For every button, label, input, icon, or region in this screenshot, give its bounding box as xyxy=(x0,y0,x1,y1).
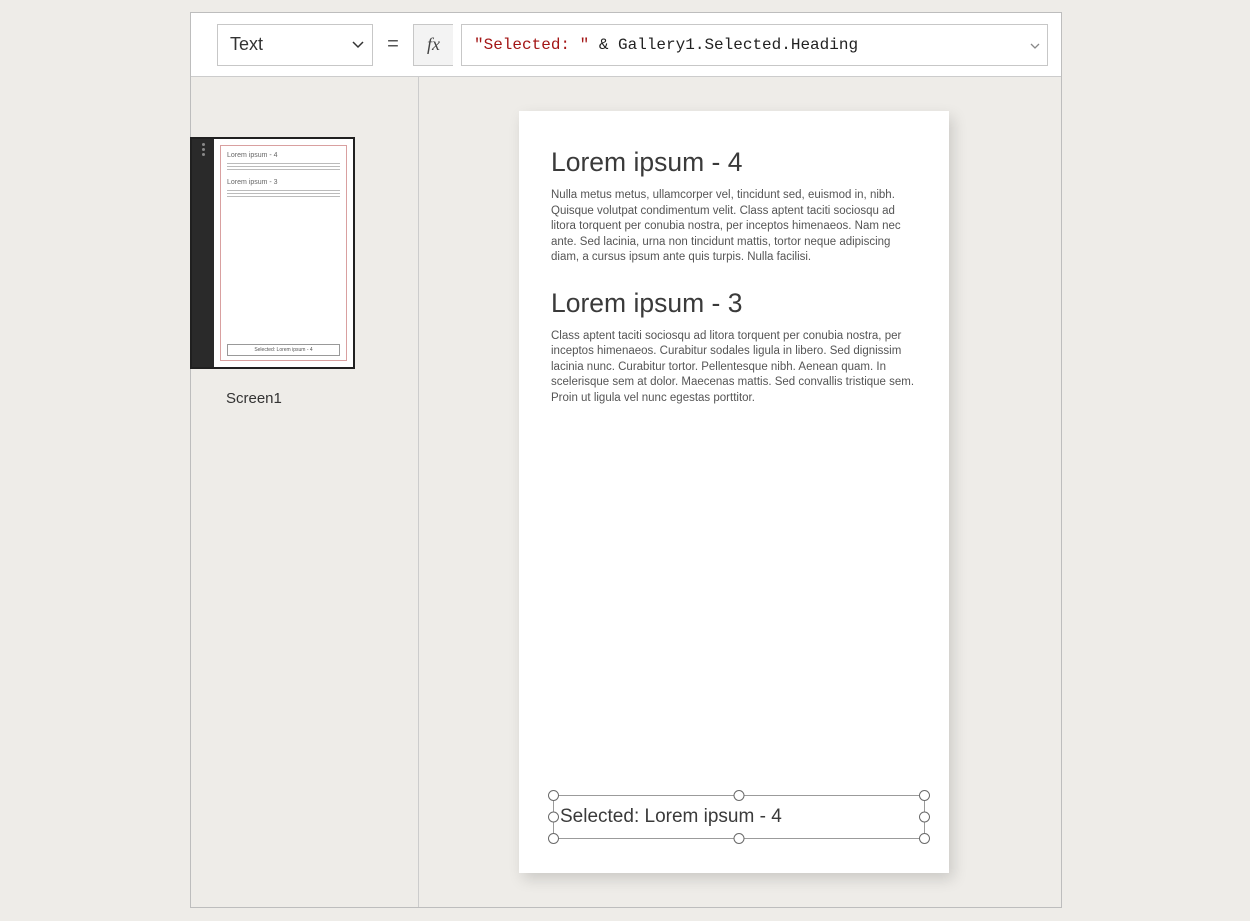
formula-expand-icon[interactable] xyxy=(1029,39,1041,51)
thumb-selected-row: Selected: Lorem ipsum - 4 xyxy=(227,344,340,356)
selected-label-text: Selected: Lorem ipsum - 4 xyxy=(560,806,782,828)
thumb-body-lines xyxy=(227,190,340,198)
gallery-item[interactable]: Lorem ipsum - 4 Nulla metus metus, ullam… xyxy=(519,147,949,266)
formula-text: "Selected: " & Gallery1.Selected.Heading xyxy=(474,36,858,54)
gallery-item-body: Nulla metus metus, ullamcorper vel, tinc… xyxy=(551,188,917,266)
resize-handle-mid-right-icon[interactable] xyxy=(919,812,930,823)
gallery-item-heading: Lorem ipsum - 4 xyxy=(551,147,917,178)
tree-view-pane: Lorem ipsum - 4 Lorem ipsum - 3 Selected… xyxy=(191,77,419,907)
gallery-item[interactable]: Lorem ipsum - 3 Class aptent taciti soci… xyxy=(519,288,949,407)
formula-input[interactable]: "Selected: " & Gallery1.Selected.Heading xyxy=(461,24,1048,66)
resize-handle-bottom-mid-icon[interactable] xyxy=(734,833,745,844)
thumb-title-2: Lorem ipsum - 3 xyxy=(227,179,340,186)
thumb-body-lines xyxy=(227,163,340,171)
thumbnail-page: Lorem ipsum - 4 Lorem ipsum - 3 Selected… xyxy=(220,145,347,361)
resize-handle-top-right-icon[interactable] xyxy=(919,790,930,801)
equals-symbol: = xyxy=(381,33,405,56)
resize-handle-top-mid-icon[interactable] xyxy=(734,790,745,801)
screen-name-label[interactable]: Screen1 xyxy=(226,390,282,407)
resize-handle-bottom-left-icon[interactable] xyxy=(548,833,559,844)
chevron-down-icon xyxy=(352,34,364,55)
resize-handle-top-left-icon[interactable] xyxy=(548,790,559,801)
device-preview[interactable]: Lorem ipsum - 4 Nulla metus metus, ullam… xyxy=(519,111,949,873)
thumbnail-drag-strip xyxy=(192,139,214,367)
property-select[interactable]: Text xyxy=(217,24,373,66)
resize-handle-bottom-right-icon[interactable] xyxy=(919,833,930,844)
property-select-value: Text xyxy=(230,34,263,55)
body-area: Lorem ipsum - 4 Lorem ipsum - 3 Selected… xyxy=(191,77,1061,907)
thumb-title-1: Lorem ipsum - 4 xyxy=(227,152,340,159)
gallery-item-heading: Lorem ipsum - 3 xyxy=(551,288,917,319)
app-frame: Text = fx "Selected: " & Gallery1.Select… xyxy=(190,12,1062,908)
formula-bar: Text = fx "Selected: " & Gallery1.Select… xyxy=(191,13,1061,77)
canvas-pane: Lorem ipsum - 4 Nulla metus metus, ullam… xyxy=(419,77,1061,907)
selected-label-control[interactable]: Selected: Lorem ipsum - 4 xyxy=(553,795,925,839)
fx-icon[interactable]: fx xyxy=(413,24,453,66)
resize-handle-mid-left-icon[interactable] xyxy=(548,812,559,823)
screen-thumbnail[interactable]: Lorem ipsum - 4 Lorem ipsum - 3 Selected… xyxy=(190,137,355,369)
gallery-item-body: Class aptent taciti sociosqu ad litora t… xyxy=(551,329,917,407)
